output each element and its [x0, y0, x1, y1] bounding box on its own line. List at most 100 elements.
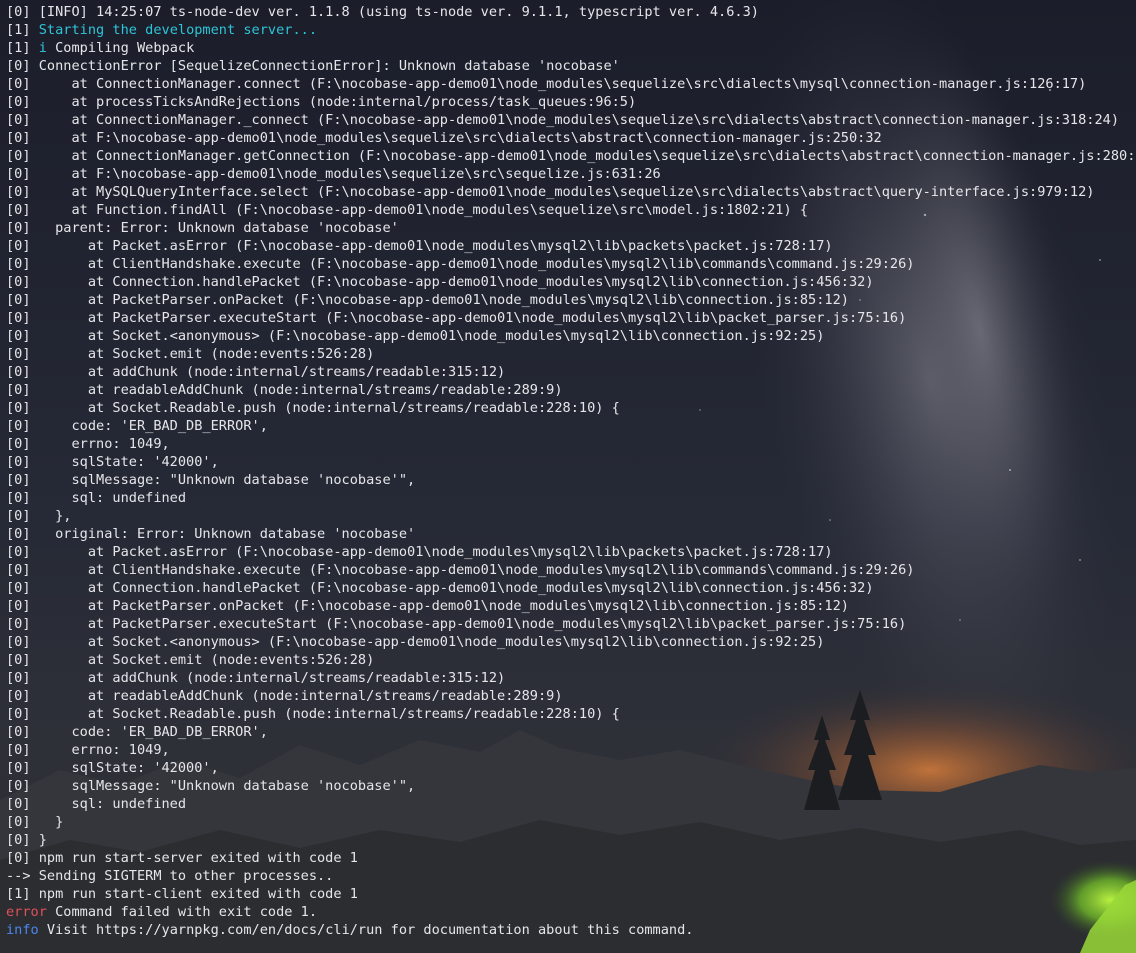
terminal-line: info Visit https://yarnpkg.com/en/docs/c… — [6, 921, 1136, 939]
error-label: error — [6, 904, 47, 920]
terminal-line: [0] at addChunk (node:internal/streams/r… — [6, 669, 1136, 687]
terminal-line: [0] } — [6, 813, 1136, 831]
terminal-output[interactable]: [0] [INFO] 14:25:07 ts-node-dev ver. 1.1… — [6, 3, 1136, 939]
terminal-line: [0] }, — [6, 507, 1136, 525]
terminal-line: [0] at readableAddChunk (node:internal/s… — [6, 381, 1136, 399]
terminal-text: [0] at ConnectionManager.connect (F:\noc… — [6, 76, 1087, 92]
terminal-line: [0] at Socket.<anonymous> (F:\nocobase-a… — [6, 327, 1136, 345]
terminal-text: [0] at addChunk (node:internal/streams/r… — [6, 364, 506, 380]
terminal-text: [1] npm run start-client exited with cod… — [6, 886, 358, 902]
terminal-line: [0] at PacketParser.onPacket (F:\nocobas… — [6, 597, 1136, 615]
terminal-text: [0] at Connection.handlePacket (F:\nocob… — [6, 580, 874, 596]
terminal-line: [0] at ConnectionManager.connect (F:\noc… — [6, 75, 1136, 93]
terminal-text: [0] at PacketParser.executeStart (F:\noc… — [6, 616, 907, 632]
terminal-line: [0] ConnectionError [SequelizeConnection… — [6, 57, 1136, 75]
terminal-text: [0] npm run start-server exited with cod… — [6, 850, 358, 866]
terminal-line: [0] at Socket.Readable.push (node:intern… — [6, 705, 1136, 723]
terminal-text: [0] }, — [6, 508, 72, 524]
terminal-text: [1] — [6, 22, 39, 38]
terminal-line: [0] at processTicksAndRejections (node:i… — [6, 93, 1136, 111]
terminal-line: [0] at Socket.emit (node:events:526:28) — [6, 651, 1136, 669]
terminal-text: [0] at PacketParser.onPacket (F:\nocobas… — [6, 292, 849, 308]
terminal-text: [0] sqlMessage: "Unknown database 'nocob… — [6, 778, 416, 794]
terminal-text: [0] } — [6, 832, 47, 848]
terminal-line: [0] npm run start-server exited with cod… — [6, 849, 1136, 867]
terminal-text: [0] sqlState: '42000', — [6, 760, 219, 776]
terminal-text: Command failed with exit code 1. — [46, 904, 317, 920]
terminal-line: [0] at ConnectionManager._connect (F:\no… — [6, 111, 1136, 129]
terminal-text: [0] at readableAddChunk (node:internal/s… — [6, 382, 563, 398]
terminal-line: [0] errno: 1049, — [6, 435, 1136, 453]
terminal-line: [0] errno: 1049, — [6, 741, 1136, 759]
terminal-line: [0] sqlState: '42000', — [6, 453, 1136, 471]
terminal-text: [0] sql: undefined — [6, 796, 187, 812]
terminal-line: [0] at ConnectionManager.getConnection (… — [6, 147, 1136, 165]
terminal-text: Visit https://yarnpkg.com/en/docs/cli/ru… — [38, 922, 694, 938]
terminal-text: [0] at readableAddChunk (node:internal/s… — [6, 688, 563, 704]
terminal-text: [0] at Socket.emit (node:events:526:28) — [6, 652, 375, 668]
terminal-text: [0] at Packet.asError (F:\nocobase-app-d… — [6, 238, 833, 254]
terminal-text: [0] at PacketParser.onPacket (F:\nocobas… — [6, 598, 849, 614]
terminal-text: [0] errno: 1049, — [6, 436, 170, 452]
terminal-text: [0] at ClientHandshake.execute (F:\nocob… — [6, 562, 915, 578]
terminal-text: [0] at addChunk (node:internal/streams/r… — [6, 670, 506, 686]
terminal-text: [0] at Packet.asError (F:\nocobase-app-d… — [6, 544, 833, 560]
terminal-text: [0] at ConnectionManager.getConnection (… — [6, 148, 1136, 164]
terminal-line: [0] at MySQLQueryInterface.select (F:\no… — [6, 183, 1136, 201]
terminal-line: [0] at Function.findAll (F:\nocobase-app… — [6, 201, 1136, 219]
terminal-text: [0] at processTicksAndRejections (node:i… — [6, 94, 637, 110]
terminal-line: --> Sending SIGTERM to other processes.. — [6, 867, 1136, 885]
terminal-text: [0] at Function.findAll (F:\nocobase-app… — [6, 202, 809, 218]
terminal-text: --> Sending SIGTERM to other processes.. — [6, 868, 334, 884]
terminal-text: [0] at Socket.Readable.push (node:intern… — [6, 706, 620, 722]
terminal-text: [0] [INFO] 14:25:07 ts-node-dev ver. 1.1… — [6, 4, 759, 20]
terminal-text: [0] at F:\nocobase-app-demo01\node_modul… — [6, 130, 882, 146]
terminal-text: [0] at Connection.handlePacket (F:\nocob… — [6, 274, 874, 290]
terminal-text: [0] ConnectionError [SequelizeConnection… — [6, 58, 620, 74]
terminal-text: [0] errno: 1049, — [6, 742, 170, 758]
terminal-text: [0] at Socket.Readable.push (node:intern… — [6, 400, 620, 416]
terminal-line: [0] parent: Error: Unknown database 'noc… — [6, 219, 1136, 237]
terminal-line: [0] at PacketParser.executeStart (F:\noc… — [6, 309, 1136, 327]
terminal-text: [0] at MySQLQueryInterface.select (F:\no… — [6, 184, 1095, 200]
terminal-line: [1] i Compiling Webpack — [6, 39, 1136, 57]
terminal-line: [0] at ClientHandshake.execute (F:\nocob… — [6, 561, 1136, 579]
terminal-text: [0] at ConnectionManager._connect (F:\no… — [6, 112, 1120, 128]
terminal-line: [0] at F:\nocobase-app-demo01\node_modul… — [6, 129, 1136, 147]
terminal-text: [0] sqlState: '42000', — [6, 454, 219, 470]
terminal-line: [0] at PacketParser.executeStart (F:\noc… — [6, 615, 1136, 633]
terminal-text: [0] sql: undefined — [6, 490, 187, 506]
terminal-text: [0] original: Error: Unknown database 'n… — [6, 526, 416, 542]
terminal-text: [0] code: 'ER_BAD_DB_ERROR', — [6, 418, 268, 434]
terminal-text: [0] at Socket.emit (node:events:526:28) — [6, 346, 375, 362]
terminal-text: [0] at Socket.<anonymous> (F:\nocobase-a… — [6, 328, 825, 344]
terminal-line: [0] at Socket.Readable.push (node:intern… — [6, 399, 1136, 417]
terminal-line: [0] } — [6, 831, 1136, 849]
terminal-text: [0] code: 'ER_BAD_DB_ERROR', — [6, 724, 268, 740]
terminal-text: [0] parent: Error: Unknown database 'noc… — [6, 220, 399, 236]
terminal-line: [0] at F:\nocobase-app-demo01\node_modul… — [6, 165, 1136, 183]
terminal-line: [0] at Packet.asError (F:\nocobase-app-d… — [6, 543, 1136, 561]
terminal-line: [0] at Socket.emit (node:events:526:28) — [6, 345, 1136, 363]
terminal-text: [0] at ClientHandshake.execute (F:\nocob… — [6, 256, 915, 272]
terminal-text: [1] — [6, 40, 39, 56]
terminal-line: [0] sqlMessage: "Unknown database 'nocob… — [6, 777, 1136, 795]
status-text: i — [38, 40, 47, 56]
terminal-line: [0] [INFO] 14:25:07 ts-node-dev ver. 1.1… — [6, 3, 1136, 21]
terminal-line: [0] at Packet.asError (F:\nocobase-app-d… — [6, 237, 1136, 255]
terminal-line: error Command failed with exit code 1. — [6, 903, 1136, 921]
terminal-line: [1] npm run start-client exited with cod… — [6, 885, 1136, 903]
terminal-line: [1] Starting the development server... — [6, 21, 1136, 39]
terminal-line: [0] at ClientHandshake.execute (F:\nocob… — [6, 255, 1136, 273]
terminal-text: [0] at F:\nocobase-app-demo01\node_modul… — [6, 166, 661, 182]
terminal-line: [0] at Connection.handlePacket (F:\nocob… — [6, 273, 1136, 291]
terminal-line: [0] at PacketParser.onPacket (F:\nocobas… — [6, 291, 1136, 309]
terminal-text: [0] at PacketParser.executeStart (F:\noc… — [6, 310, 907, 326]
terminal-line: [0] sqlState: '42000', — [6, 759, 1136, 777]
info-label: info — [6, 922, 39, 938]
terminal-line: [0] sqlMessage: "Unknown database 'nocob… — [6, 471, 1136, 489]
terminal-line: [0] at addChunk (node:internal/streams/r… — [6, 363, 1136, 381]
terminal-text: [0] } — [6, 814, 64, 830]
terminal-line: [0] original: Error: Unknown database 'n… — [6, 525, 1136, 543]
terminal-line: [0] sql: undefined — [6, 795, 1136, 813]
